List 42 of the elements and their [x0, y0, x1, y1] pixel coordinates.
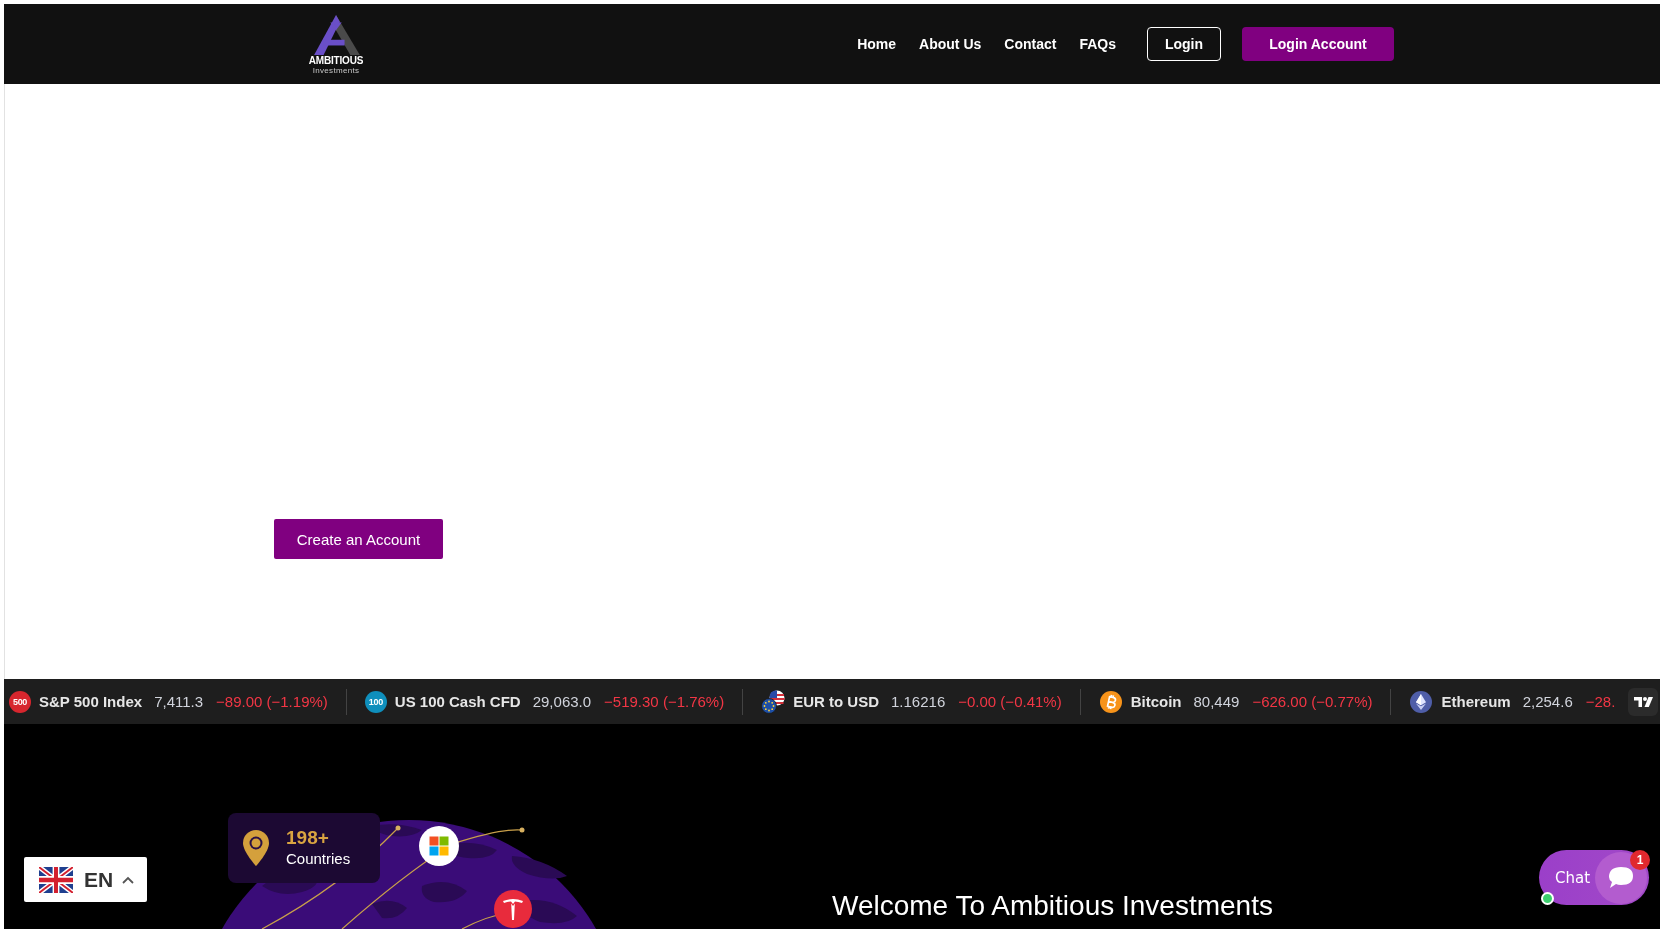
logo-link[interactable]: AMBITIOUS Investments [303, 15, 369, 75]
welcome-heading: Welcome To Ambitious Investments [832, 889, 1273, 923]
flags-icon [761, 689, 786, 714]
t-logo-icon [494, 890, 532, 928]
ticker-name: S&P 500 Index [39, 693, 143, 710]
outline-button[interactable]: Login [1147, 27, 1221, 61]
number-badge-icon: 500 [9, 690, 31, 713]
ticker-price: 29,063.0 [532, 693, 592, 710]
number-badge-icon: 100 [364, 690, 387, 713]
ticker-change: −626.00 (−0.77%) [1252, 693, 1373, 710]
ticker-change: −519.30 (−1.76%) [604, 693, 725, 710]
create-account-button[interactable]: Create an Account [274, 519, 443, 559]
logo-mark-icon [311, 15, 361, 55]
ticker-change: −28. [1585, 693, 1616, 710]
ticker-name: EUR to USD [793, 693, 879, 710]
continent [421, 882, 467, 903]
ticker-price: 2,254.6 [1522, 693, 1573, 710]
stat-label: Countries [286, 849, 351, 869]
chat-button[interactable]: Chat 1 [1539, 850, 1649, 905]
nav-link[interactable]: Contact [1004, 36, 1057, 52]
ticker-price: 1.16216 [891, 693, 946, 710]
ticker-name: Bitcoin [1130, 693, 1182, 710]
logo-icon [1628, 687, 1658, 716]
ticker-price: 7,411.3 [154, 693, 204, 710]
continent [511, 856, 567, 879]
stat-value: 198+ [286, 827, 330, 849]
nav-link[interactable]: About Us [919, 36, 982, 52]
ticker-change: −89.00 (−1.19%) [216, 693, 328, 710]
ticker-change: −0.00 (−0.41%) [958, 693, 1062, 710]
ticker-name: Ethereum [1441, 693, 1511, 710]
ticker-price: 80,449 [1193, 693, 1240, 710]
location-pin-icon [243, 830, 269, 866]
ticker-name: US 100 Cash CFD [394, 693, 521, 710]
nav-link[interactable]: FAQs [1079, 36, 1116, 52]
caret-icon [122, 875, 135, 884]
continent [372, 900, 407, 919]
speech-bubble-icon [1595, 851, 1647, 904]
flag-icon [39, 866, 73, 893]
four-squares-logo-icon [419, 826, 459, 866]
nav-link[interactable]: Home [857, 36, 897, 52]
language-selector[interactable]: EN [24, 857, 147, 902]
primary-button[interactable]: Login Account [1242, 27, 1394, 61]
